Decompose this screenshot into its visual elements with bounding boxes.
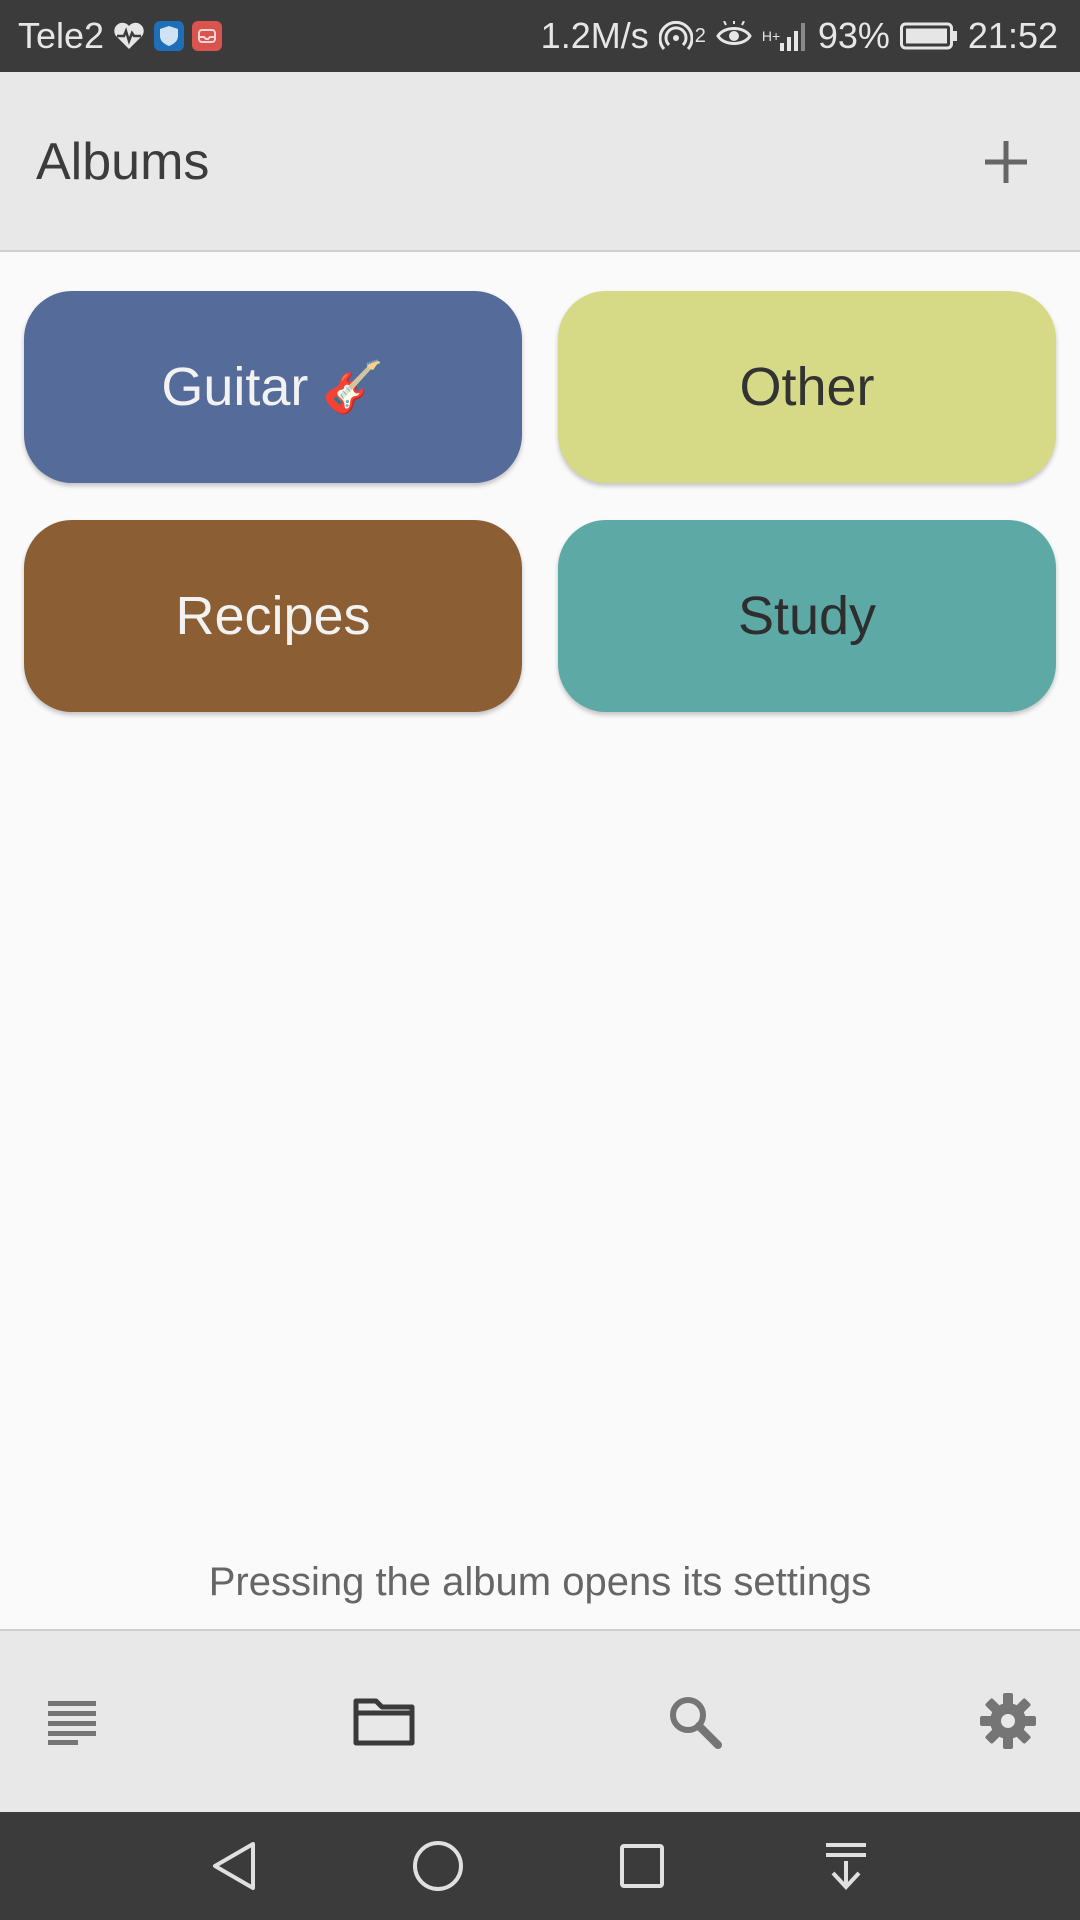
- notes-list-icon: [48, 1701, 96, 1745]
- search-icon: [670, 1697, 722, 1749]
- clock: 21:52: [967, 15, 1058, 56]
- status-bar-left: Tele2: [18, 0, 223, 72]
- page-title: Albums: [36, 133, 210, 191]
- settings-gear-icon: [980, 1693, 1036, 1749]
- carrier-name: Tele2: [18, 15, 105, 56]
- hotspot-icon: 2: [658, 19, 706, 53]
- album-study[interactable]: Study: [558, 520, 1056, 712]
- notification-pull-icon: [826, 1843, 866, 1890]
- battery-percent: 93%: [817, 15, 890, 56]
- status-bar: Tele2 1.2M/s 2 H+ 93% 21:52: [0, 0, 1080, 72]
- recents-icon: [620, 1844, 664, 1888]
- mail-app-icon: [192, 21, 223, 51]
- home-icon: [413, 1841, 463, 1891]
- hotspot-count: 2: [694, 24, 706, 47]
- album-other[interactable]: Other: [558, 291, 1056, 483]
- hint-text: Pressing the album opens its settings: [208, 1560, 872, 1604]
- notification-pull-button[interactable]: [814, 1834, 878, 1898]
- system-nav-bar: [0, 1812, 1080, 1920]
- folder-icon: [353, 1698, 415, 1746]
- battery-icon: [899, 21, 958, 51]
- app-bar: Albums: [0, 72, 1080, 252]
- nav-search-button[interactable]: [646, 1673, 742, 1769]
- status-bar-right: 1.2M/s 2 H+ 93% 21:52: [541, 0, 1058, 72]
- nav-notes-button[interactable]: [24, 1673, 120, 1769]
- recents-button[interactable]: [610, 1834, 674, 1898]
- nav-settings-button[interactable]: [960, 1673, 1056, 1769]
- nav-albums-button[interactable]: [336, 1673, 432, 1769]
- guitar-emoji: 🎸: [322, 358, 385, 415]
- back-button[interactable]: [202, 1834, 266, 1898]
- add-album-button[interactable]: [968, 124, 1044, 200]
- signal-icon: H+: [762, 19, 808, 53]
- plus-icon: [985, 141, 1027, 183]
- album-guitar[interactable]: Guitar 🎸: [24, 291, 522, 483]
- network-type: H+: [761, 28, 781, 44]
- album-recipes[interactable]: Recipes: [24, 520, 522, 712]
- album-other-label: Other: [739, 357, 875, 417]
- album-recipes-label: Recipes: [175, 586, 371, 646]
- network-speed: 1.2M/s: [540, 15, 649, 56]
- eye-icon: [716, 21, 752, 51]
- screen: Tele2 1.2M/s 2 H+ 93% 21:52 Albums Guita…: [0, 0, 1080, 1920]
- album-study-label: Study: [737, 586, 877, 646]
- shield-app-icon: [154, 21, 185, 51]
- album-guitar-label: Guitar: [161, 357, 309, 417]
- bottom-nav: [0, 1629, 1080, 1812]
- back-icon: [213, 1842, 255, 1890]
- heart-pulse-icon: [112, 21, 146, 51]
- album-label: Guitar 🎸: [161, 356, 384, 418]
- home-button[interactable]: [406, 1834, 470, 1898]
